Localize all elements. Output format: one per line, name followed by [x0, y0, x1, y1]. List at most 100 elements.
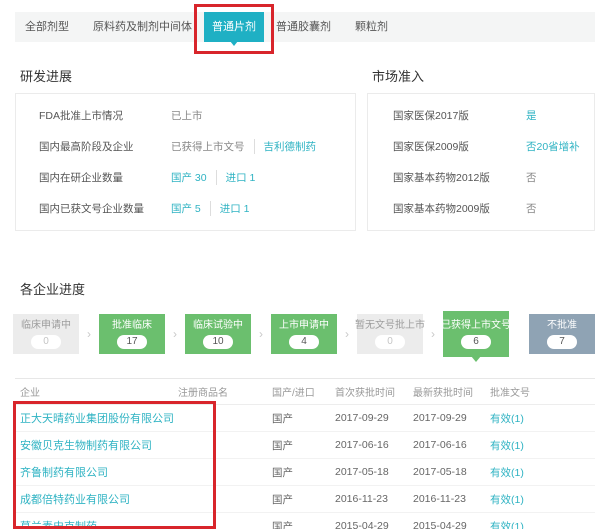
cell-origin: 国产	[272, 465, 335, 480]
tab-plain-capsule[interactable]: 普通胶囊剂	[264, 12, 343, 42]
tab-api-intermediates[interactable]: 原料药及制剂中间体	[81, 12, 204, 42]
chevron-right-icon: ›	[251, 327, 271, 341]
header-origin: 国产/进口	[272, 384, 335, 399]
license-link[interactable]: 有效(1)	[490, 411, 595, 426]
summary-columns: 研发进展 FDA批准上市情况 已上市 国内最高阶段及企业 已获得上市文号 吉利德…	[15, 68, 595, 231]
market-row-medicare-2009-value[interactable]: 否20省增补	[526, 139, 580, 154]
cell-first-approval: 2015-04-29	[335, 520, 413, 529]
rd-row-licensed-count: 国内已获文号企业数量 国产 5 进口 1	[16, 193, 355, 224]
company-progress-title: 各企业进度	[20, 281, 600, 298]
market-row-essential-2009-value: 否	[526, 201, 537, 216]
stage-count-badge: 0	[375, 335, 405, 349]
cell-latest-approval: 2016-11-23	[413, 493, 490, 505]
license-link[interactable]: 有效(1)	[490, 519, 595, 529]
stage-licensed[interactable]: 已获得上市文号 6	[443, 311, 509, 357]
rd-row-in-research-domestic-link[interactable]: 国产 30	[171, 170, 207, 185]
header-company: 企业	[20, 384, 178, 399]
chevron-right-icon: ›	[79, 327, 99, 341]
table-row: 成都倍特药业有限公司 国产 2016-11-23 2016-11-23 有效(1…	[15, 486, 595, 513]
market-row-essential-2009-label: 国家基本药物2009版	[393, 201, 526, 216]
rd-row-highest-stage-label: 国内最高阶段及企业	[39, 139, 171, 154]
tab-plain-tablet-label: 普通片剂	[212, 21, 256, 33]
header-brand: 注册商品名	[178, 384, 272, 399]
rd-row-fda-label: FDA批准上市情况	[39, 108, 171, 123]
stage-market-application[interactable]: 上市申请中 4	[271, 314, 337, 354]
rd-row-fda: FDA批准上市情况 已上市	[16, 100, 355, 131]
market-row-essential-2009: 国家基本药物2009版 否	[368, 193, 594, 224]
stage-clinical-trial[interactable]: 临床试验中 10	[185, 314, 251, 354]
market-row-medicare-2009: 国家医保2009版 否20省增补	[368, 131, 594, 162]
rd-progress-card: FDA批准上市情况 已上市 国内最高阶段及企业 已获得上市文号 吉利德制药 国内…	[15, 93, 356, 231]
cell-latest-approval: 2015-04-29	[413, 520, 490, 529]
license-link[interactable]: 有效(1)	[490, 492, 595, 507]
tab-all-forms[interactable]: 全部剂型	[15, 12, 81, 42]
market-row-essential-2012-value: 否	[526, 170, 537, 185]
stage-clinical-approved[interactable]: 批准临床 17	[99, 314, 165, 354]
cell-first-approval: 2017-09-29	[335, 412, 413, 424]
tab-granule[interactable]: 颗粒剂	[343, 12, 400, 42]
table-header-row: 企业 注册商品名 国产/进口 首次获批时间 最新获批时间 批准文号	[15, 379, 595, 405]
market-access-title: 市场准入	[367, 68, 595, 85]
cell-origin: 国产	[272, 411, 335, 426]
rd-row-licensed-label: 国内已获文号企业数量	[39, 201, 171, 216]
rd-row-licensed-import-link[interactable]: 进口 1	[210, 201, 250, 216]
table-row: 正大天晴药业集团股份有限公司 国产 2017-09-29 2017-09-29 …	[15, 405, 595, 432]
cell-origin: 国产	[272, 519, 335, 529]
market-row-essential-2012: 国家基本药物2012版 否	[368, 162, 594, 193]
company-link[interactable]: 安徽贝克生物制药有限公司	[20, 437, 178, 453]
stage-selected-caret-icon	[471, 356, 481, 362]
rd-row-highest-stage-value: 已获得上市文号	[171, 139, 245, 154]
rd-row-in-research-label: 国内在研企业数量	[39, 170, 171, 185]
company-link[interactable]: 齐鲁制药有限公司	[20, 464, 178, 480]
rd-row-highest-stage-company-link[interactable]: 吉利德制药	[254, 139, 317, 154]
stage-count-badge: 7	[547, 335, 577, 349]
market-row-medicare-2009-label: 国家医保2009版	[393, 139, 526, 154]
stage-rejected[interactable]: 不批准 7	[529, 314, 595, 354]
stage-count-badge: 4	[289, 335, 319, 349]
cell-first-approval: 2017-05-18	[335, 466, 413, 478]
companies-table: 企业 注册商品名 国产/进口 首次获批时间 最新获批时间 批准文号 正大天晴药业…	[15, 378, 595, 529]
cell-first-approval: 2016-11-23	[335, 493, 413, 505]
tab-plain-tablet[interactable]: 普通片剂	[204, 12, 264, 42]
cell-first-approval: 2017-06-16	[335, 439, 413, 451]
rd-row-licensed-domestic-link[interactable]: 国产 5	[171, 201, 201, 216]
cell-latest-approval: 2017-05-18	[413, 466, 490, 478]
company-link[interactable]: 葛兰素史克制药	[20, 518, 178, 529]
table-row: 齐鲁制药有限公司 国产 2017-05-18 2017-05-18 有效(1)	[15, 459, 595, 486]
cell-latest-approval: 2017-09-29	[413, 412, 490, 424]
rd-row-in-research-import-link[interactable]: 进口 1	[216, 170, 256, 185]
header-latest-approval: 最新获批时间	[413, 384, 490, 399]
chevron-right-icon: ›	[337, 327, 357, 341]
tab-selected-caret-icon	[230, 41, 238, 46]
chevron-right-icon: ›	[423, 327, 443, 341]
market-access-section: 市场准入 国家医保2017版 是 国家医保2009版 否20省增补 国家基本药物…	[367, 68, 595, 231]
cell-latest-approval: 2017-06-16	[413, 439, 490, 451]
stage-pipeline: 临床申请中 0 › 批准临床 17 › 临床试验中 10 › 上市申请中 4 ›…	[13, 311, 600, 357]
stage-clinical-application[interactable]: 临床申请中 0	[13, 314, 79, 354]
market-access-card: 国家医保2017版 是 国家医保2009版 否20省增补 国家基本药物2012版…	[367, 93, 595, 231]
license-link[interactable]: 有效(1)	[490, 438, 595, 453]
rd-progress-section: 研发进展 FDA批准上市情况 已上市 国内最高阶段及企业 已获得上市文号 吉利德…	[15, 68, 356, 231]
market-row-medicare-2017: 国家医保2017版 是	[368, 100, 594, 131]
company-link[interactable]: 成都倍特药业有限公司	[20, 491, 178, 507]
rd-progress-title: 研发进展	[15, 68, 356, 85]
market-row-medicare-2017-value[interactable]: 是	[526, 108, 537, 123]
stage-count-badge: 0	[31, 335, 61, 349]
table-row: 安徽贝克生物制药有限公司 国产 2017-06-16 2017-06-16 有效…	[15, 432, 595, 459]
stage-count-badge: 10	[203, 335, 233, 349]
table-row: 葛兰素史克制药 国产 2015-04-29 2015-04-29 有效(1)	[15, 513, 595, 529]
header-license: 批准文号	[490, 384, 595, 399]
dosage-form-tabbar: 全部剂型 原料药及制剂中间体 普通片剂 普通胶囊剂 颗粒剂	[15, 12, 595, 42]
stage-approved-no-license[interactable]: 暂无文号批上市 0	[357, 314, 423, 354]
license-link[interactable]: 有效(1)	[490, 465, 595, 480]
cell-origin: 国产	[272, 438, 335, 453]
stage-count-badge: 17	[117, 335, 147, 349]
market-row-medicare-2017-label: 国家医保2017版	[393, 108, 526, 123]
cell-origin: 国产	[272, 492, 335, 507]
header-first-approval: 首次获批时间	[335, 384, 413, 399]
page: 全部剂型 原料药及制剂中间体 普通片剂 普通胶囊剂 颗粒剂 研发进展 FDA批准…	[0, 0, 600, 529]
rd-row-highest-stage: 国内最高阶段及企业 已获得上市文号 吉利德制药	[16, 131, 355, 162]
stage-count-badge: 6	[461, 335, 491, 349]
company-link[interactable]: 正大天晴药业集团股份有限公司	[20, 410, 178, 426]
market-row-essential-2012-label: 国家基本药物2012版	[393, 170, 526, 185]
